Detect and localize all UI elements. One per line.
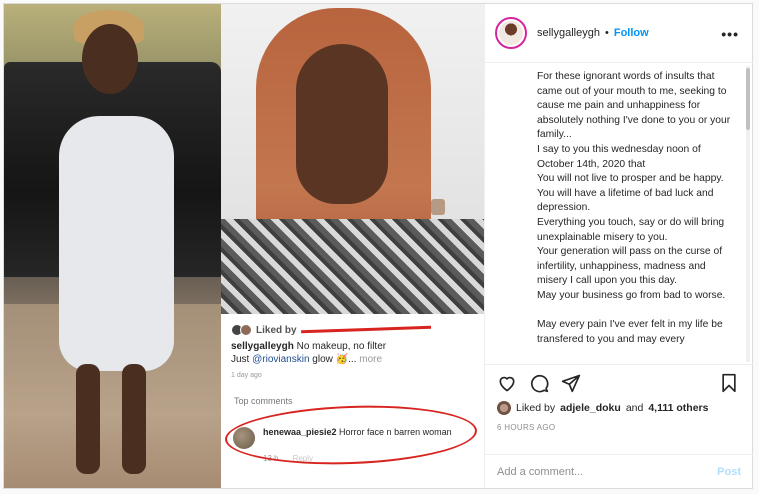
liked-by-and: and xyxy=(625,402,644,414)
caption-text: For these ignorant words of insults that… xyxy=(537,71,731,345)
avatar-image xyxy=(499,21,523,45)
redaction-line xyxy=(300,322,431,334)
author-username[interactable]: sellygalleygh xyxy=(537,27,600,39)
screenshot-likes-row: Liked by xyxy=(231,322,431,336)
person-head xyxy=(82,24,138,94)
instagram-post: Liked by sellygalleygh No makeup, no fil… xyxy=(3,3,753,489)
woman-shirt xyxy=(221,219,484,314)
photo-left xyxy=(4,4,221,488)
separator-dot: • xyxy=(604,27,609,39)
more-options-icon[interactable]: ••• xyxy=(721,26,739,42)
follow-button[interactable]: Follow xyxy=(614,27,649,39)
comment-icon[interactable] xyxy=(529,373,549,393)
post-comment-button[interactable]: Post xyxy=(717,466,741,478)
liked-by-others[interactable]: 4,111 others xyxy=(648,402,708,414)
caption-area[interactable]: For these ignorant words of insults that… xyxy=(485,64,753,364)
caption-scrollbar-thumb[interactable] xyxy=(746,68,750,130)
woman-face xyxy=(296,44,388,204)
comment-screenshot: Liked by sellygalleygh No makeup, no fil… xyxy=(221,314,484,488)
post-sidebar: sellygalleygh • Follow ••• For these ign… xyxy=(484,4,753,488)
post-time[interactable]: 6 HOURS AGO xyxy=(497,423,555,432)
screenshot-mention: @riovianskin xyxy=(252,354,310,365)
screenshot-ago: 1 day ago xyxy=(231,372,262,379)
post-header: sellygalleygh • Follow ••• xyxy=(485,4,753,63)
post-actions: Liked by adjele_doku and 4,111 others 6 … xyxy=(485,364,753,454)
screenshot-more: more xyxy=(359,354,383,365)
liker-avatars xyxy=(231,324,252,336)
post-media[interactable]: Liked by sellygalleygh No makeup, no fil… xyxy=(4,4,484,488)
screenshot-top-comments: Top comments xyxy=(234,396,293,406)
comment-input[interactable] xyxy=(497,465,718,478)
bookmark-icon[interactable] xyxy=(719,373,739,393)
liker-avatar xyxy=(497,401,511,415)
screenshot-caption-text: No makeup, no filter xyxy=(296,341,387,352)
liked-by-user[interactable]: adjele_doku xyxy=(560,402,621,414)
screenshot-caption: sellygalleygh No makeup, no filter Just … xyxy=(231,340,471,366)
action-icons xyxy=(497,373,581,393)
person-leg xyxy=(122,364,146,474)
heart-icon[interactable] xyxy=(497,373,517,393)
screenshot-caption-suffix: glow 🥳... xyxy=(309,354,357,365)
add-comment-bar: Post xyxy=(485,454,753,488)
person-dress xyxy=(59,116,174,371)
liked-by-prefix: Liked by xyxy=(516,402,556,414)
likes-summary: Liked by adjele_doku and 4,111 others xyxy=(497,401,708,415)
red-circle-annotation xyxy=(224,401,478,469)
screenshot-liked-by: Liked by xyxy=(256,324,297,336)
person-leg xyxy=(76,364,100,474)
share-icon[interactable] xyxy=(561,373,581,393)
photo-right xyxy=(221,4,484,314)
wall-sticker xyxy=(431,199,445,215)
author-avatar[interactable] xyxy=(495,17,527,49)
screenshot-caption-user: sellygalleygh xyxy=(231,341,294,352)
screenshot-caption-prefix: Just xyxy=(231,354,253,365)
